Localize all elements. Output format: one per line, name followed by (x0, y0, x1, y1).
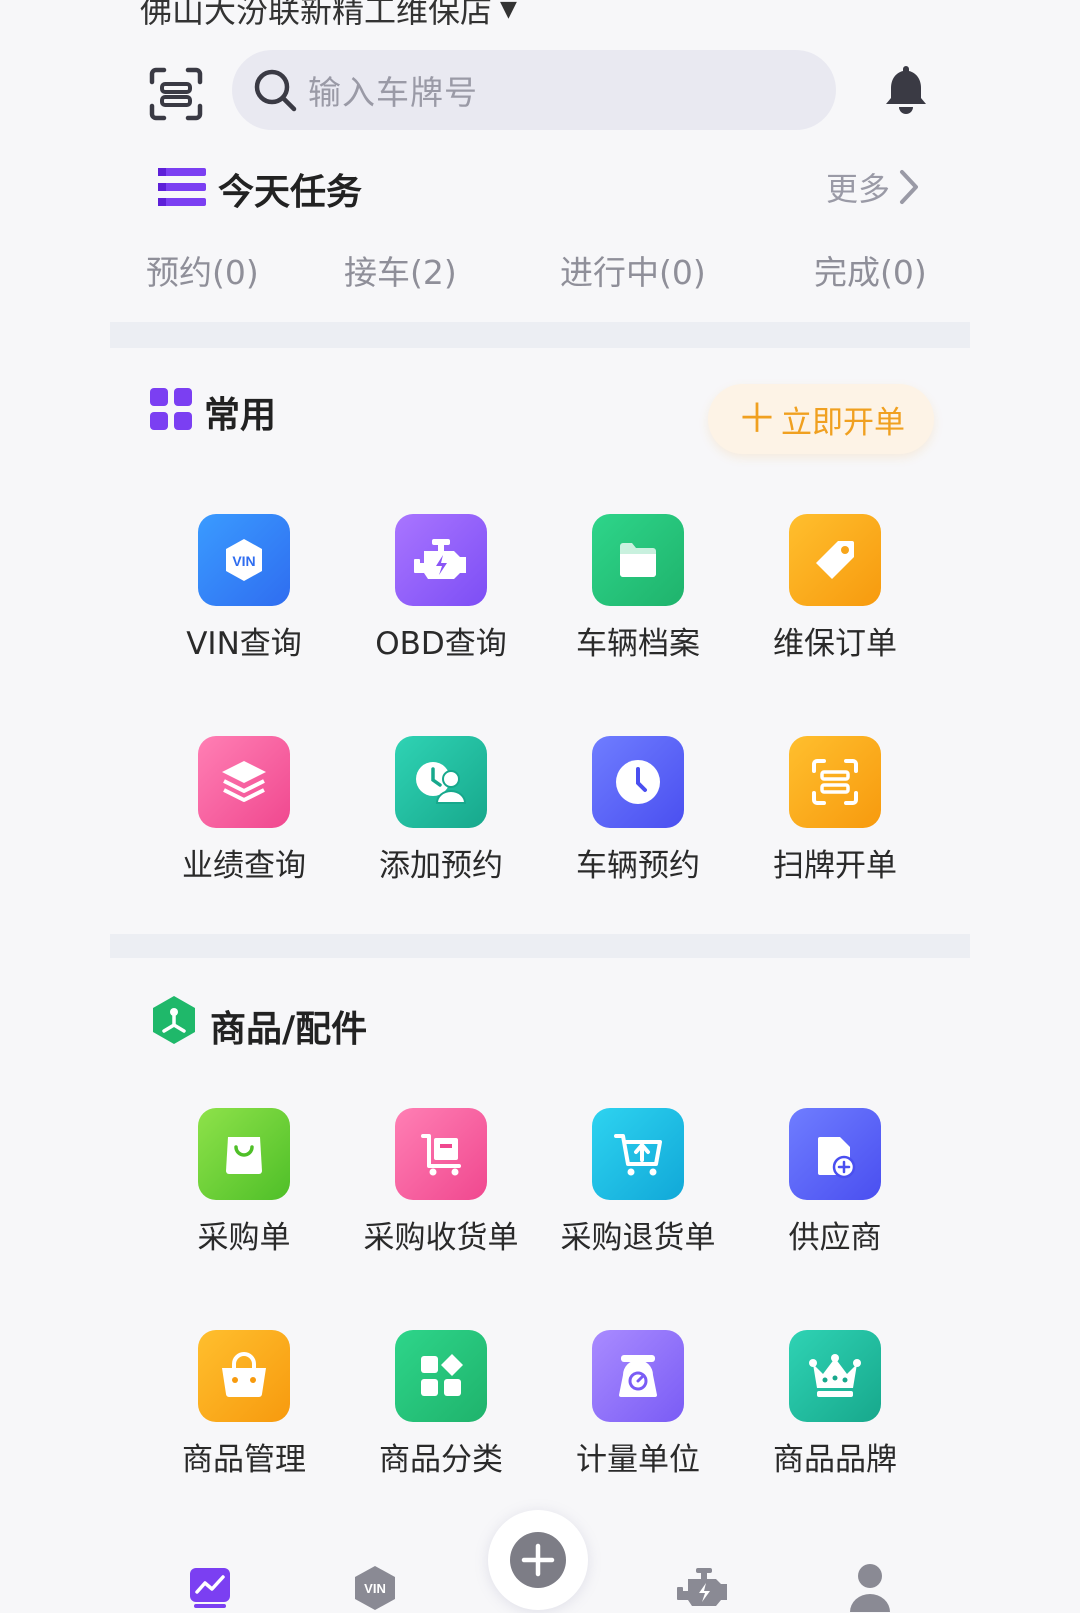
tab-pickup[interactable]: 接车(2) (344, 246, 457, 294)
item-label: 商品品牌 (773, 1442, 897, 1478)
scan-icon (789, 736, 881, 828)
scale-icon (592, 1330, 684, 1422)
product-brand-item[interactable]: 商品品牌 (745, 1330, 925, 1479)
item-label: 计量单位 (576, 1442, 700, 1478)
item-label: 添加预约 (379, 848, 503, 884)
performance-query-item[interactable]: 业绩查询 (154, 736, 334, 885)
vin-badge-text: VIN (364, 1581, 386, 1596)
nav-dashboard[interactable] (188, 1566, 232, 1613)
store-selector[interactable]: 佛山大汾联新精工维保店 ▼ (140, 0, 517, 32)
parts-hexagon-icon (150, 994, 198, 1050)
open-order-button[interactable]: ＋ 立即开单 (708, 384, 934, 454)
apps-grid-icon (150, 388, 192, 434)
item-label: 采购单 (197, 1220, 291, 1256)
obd-query-item[interactable]: OBD查询 (351, 514, 531, 663)
item-label: 供应商 (788, 1220, 882, 1256)
appointment-user-icon (395, 736, 487, 828)
vin-icon-text: VIN (232, 553, 255, 569)
plus-icon: ＋ (737, 396, 777, 442)
purchase-order-item[interactable]: 采购单 (154, 1108, 334, 1257)
item-label: VIN查询 (186, 626, 302, 662)
vin-icon: VIN (198, 514, 290, 606)
task-list-icon (158, 168, 206, 206)
section-divider (110, 934, 970, 958)
measurement-unit-item[interactable]: 计量单位 (548, 1330, 728, 1479)
maintenance-order-item[interactable]: 维保订单 (745, 514, 925, 663)
item-label: 车辆预约 (576, 848, 700, 884)
item-label: 商品分类 (379, 1442, 503, 1478)
store-name: 佛山大汾联新精工维保店 (140, 0, 493, 30)
search-placeholder: 输入车牌号 (308, 73, 478, 112)
section-divider (110, 322, 970, 348)
product-management-item[interactable]: 商品管理 (154, 1330, 334, 1479)
engine-icon (395, 514, 487, 606)
engine-icon (677, 1568, 727, 1606)
vehicle-appointment-item[interactable]: 车辆预约 (548, 736, 728, 885)
item-label: 采购收货单 (363, 1220, 519, 1256)
supplier-item[interactable]: 供应商 (745, 1108, 925, 1257)
item-label: 商品管理 (182, 1442, 306, 1478)
layers-icon (198, 736, 290, 828)
purchase-receipt-item[interactable]: 采购收货单 (351, 1108, 531, 1257)
parts-section-title: 商品/配件 (210, 1009, 368, 1050)
item-label: OBD查询 (375, 626, 507, 662)
nav-profile[interactable] (848, 1562, 892, 1613)
category-grid-icon (395, 1330, 487, 1422)
item-label: 业绩查询 (182, 848, 306, 884)
vin-icon: VIN (355, 1566, 395, 1610)
open-order-label: 立即开单 (781, 404, 905, 441)
nav-obd[interactable] (676, 1566, 732, 1613)
nav-vin[interactable]: VIN (352, 1564, 398, 1613)
add-appointment-item[interactable]: 添加预约 (351, 736, 531, 885)
item-label: 维保订单 (773, 626, 897, 662)
common-section-title: 常用 (204, 395, 277, 436)
plus-circle-icon (510, 1532, 566, 1588)
plate-search-input[interactable]: 输入车牌号 (232, 50, 836, 130)
more-label: 更多 (826, 170, 891, 208)
supplier-doc-icon (789, 1108, 881, 1200)
scan-plate-order-item[interactable]: 扫牌开单 (745, 736, 925, 885)
tab-appointment[interactable]: 预约(0) (146, 246, 259, 294)
item-label: 扫牌开单 (773, 848, 897, 884)
clock-icon (592, 736, 684, 828)
cart-receive-icon (395, 1108, 487, 1200)
vehicle-archive-item[interactable]: 车辆档案 (548, 514, 728, 663)
cart-return-icon (592, 1108, 684, 1200)
tab-completed[interactable]: 完成(0) (814, 246, 927, 294)
purchase-return-item[interactable]: 采购退货单 (548, 1108, 728, 1257)
today-tasks-title: 今天任务 (218, 172, 363, 213)
basket-icon (198, 1330, 290, 1422)
item-label: 采购退货单 (560, 1220, 716, 1256)
shopping-bag-icon (198, 1108, 290, 1200)
vin-query-item[interactable]: VIN VIN查询 (154, 514, 334, 663)
notification-button[interactable] (882, 62, 930, 114)
chevron-right-icon (900, 170, 919, 204)
chart-icon (190, 1568, 230, 1608)
product-category-item[interactable]: 商品分类 (351, 1330, 531, 1479)
search-icon (254, 69, 297, 112)
scan-button[interactable] (148, 66, 204, 122)
tag-icon (789, 514, 881, 606)
more-link[interactable]: 更多 (826, 164, 920, 210)
crown-icon (789, 1330, 881, 1422)
add-fab-button[interactable] (488, 1510, 588, 1610)
tab-in-progress[interactable]: 进行中(0) (560, 246, 706, 294)
folder-icon (592, 514, 684, 606)
caret-down-icon: ▼ (500, 0, 517, 22)
bell-icon (886, 66, 926, 114)
scan-icon (149, 67, 203, 121)
user-icon (850, 1564, 890, 1612)
item-label: 车辆档案 (576, 626, 700, 662)
